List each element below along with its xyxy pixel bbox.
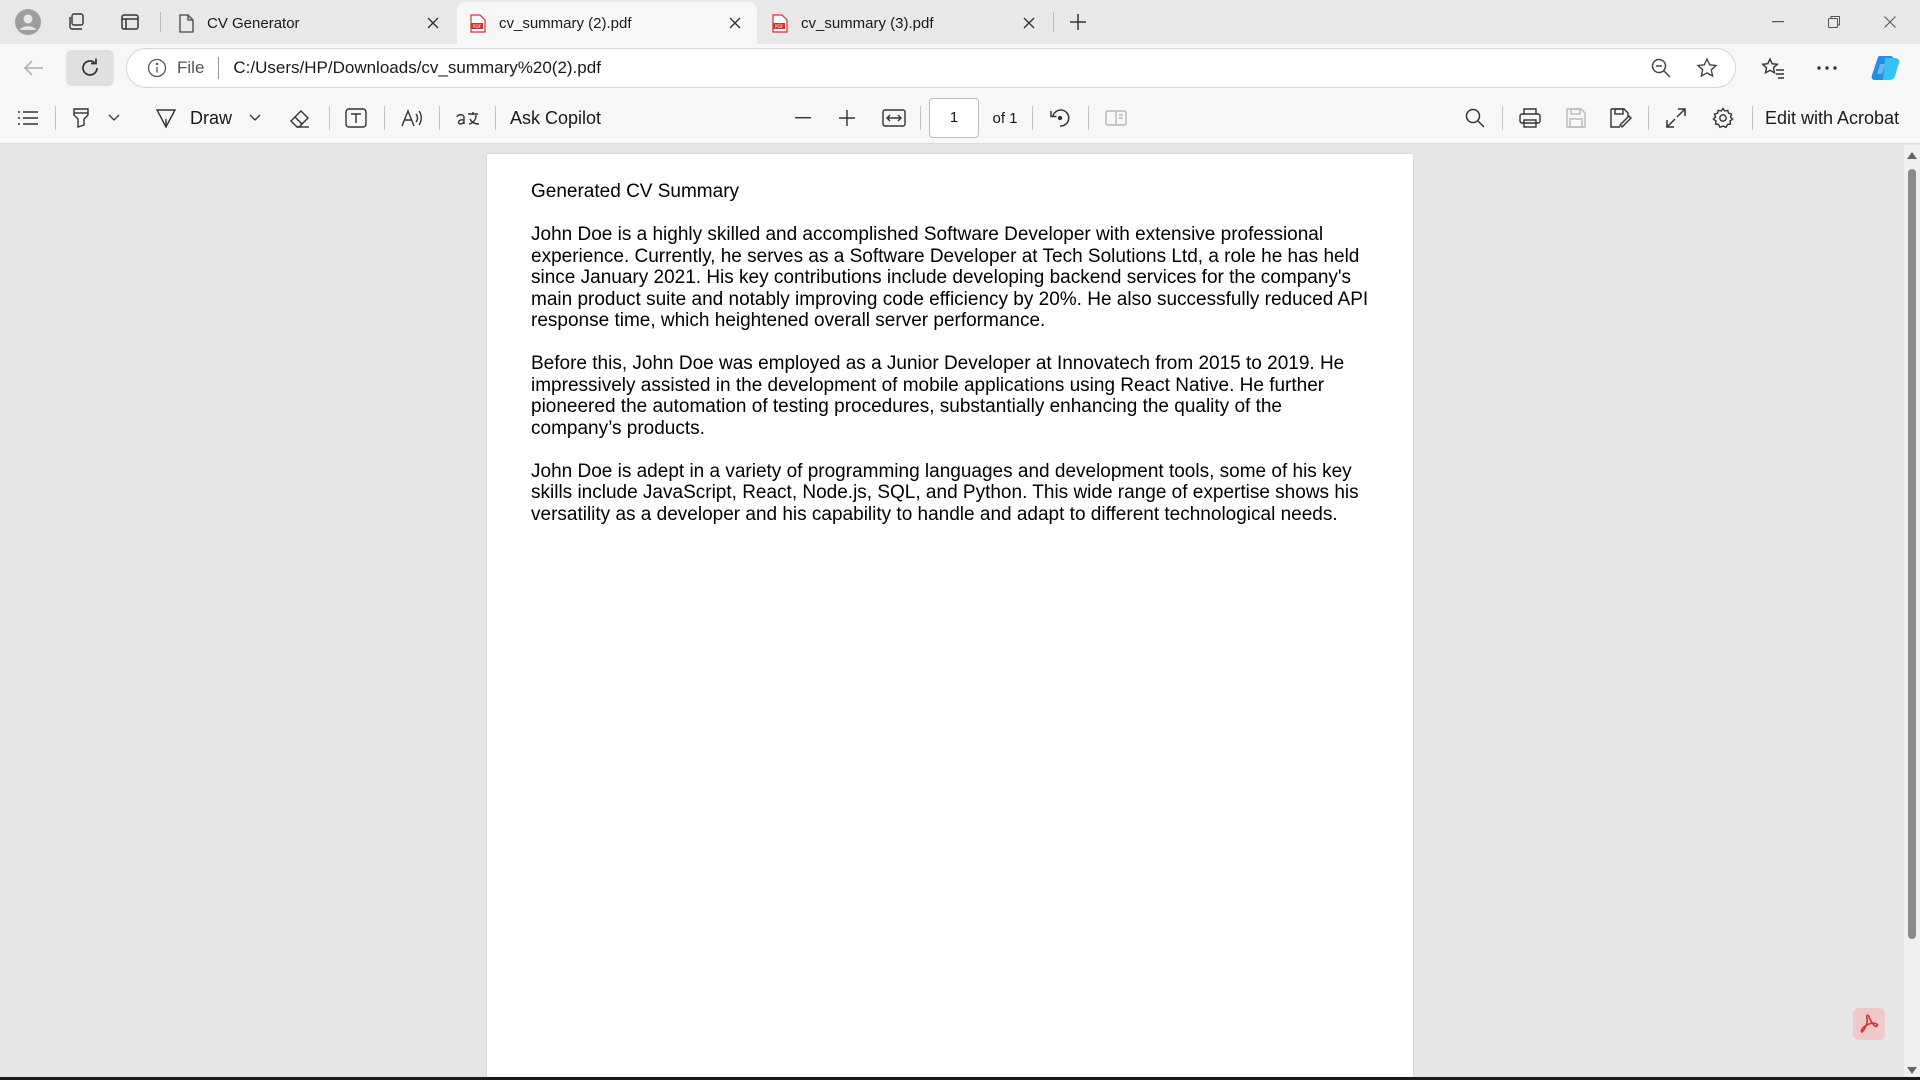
zoom-in-button[interactable] (832, 102, 862, 134)
vertical-scrollbar[interactable] (1904, 145, 1920, 1080)
pdf-page: Generated CV Summary John Doe is a highl… (487, 154, 1413, 1080)
restore-icon[interactable] (1806, 0, 1862, 44)
back-button[interactable] (10, 50, 58, 86)
close-icon[interactable] (1015, 9, 1043, 37)
tab-cv-generator[interactable]: CV Generator (165, 2, 455, 44)
ask-copilot-button[interactable]: Ask Copilot (510, 102, 610, 134)
document-paragraph: John Doe is a highly skilled and accompl… (531, 224, 1369, 331)
search-icon[interactable] (1459, 102, 1491, 134)
fullscreen-icon[interactable] (1660, 102, 1692, 134)
profile-icon[interactable] (12, 6, 44, 38)
workspaces-icon[interactable] (60, 6, 92, 38)
document-title: Generated CV Summary (531, 181, 740, 202)
minimize-icon[interactable] (1750, 0, 1806, 44)
rotate-icon[interactable] (1044, 102, 1076, 134)
new-tab-icon[interactable] (1062, 6, 1094, 38)
zoom-out-icon[interactable] (1643, 50, 1679, 86)
pdf-icon: PDF (771, 13, 789, 33)
tab-cv-summary-2[interactable]: PDF cv_summary (2).pdf (457, 2, 757, 44)
scroll-up-arrow-icon[interactable] (1907, 150, 1917, 160)
divider (218, 57, 220, 79)
tab-title: cv_summary (3).pdf (801, 14, 934, 32)
back-arrow-icon (24, 60, 43, 76)
document-body: John Doe is a highly skilled and accompl… (531, 224, 1371, 547)
print-icon[interactable] (1514, 102, 1546, 134)
favorite-star-icon[interactable] (1689, 50, 1725, 86)
close-icon[interactable] (419, 9, 447, 37)
tab-title: CV Generator (207, 14, 300, 32)
tab-strip: CV Generator PDF cv_summary (2).pdf PDF … (0, 0, 1920, 44)
acrobat-icon[interactable] (1853, 1008, 1885, 1040)
navigation-bar: File C:/Users/HP/Downloads/cv_summary%20… (0, 44, 1920, 92)
settings-more-button[interactable] (1803, 50, 1851, 86)
copilot-button[interactable] (1862, 50, 1910, 86)
chevron-down-icon[interactable] (243, 102, 267, 134)
svg-text:PDF: PDF (473, 24, 482, 30)
edit-with-acrobat-button[interactable]: Edit with Acrobat (1765, 102, 1915, 134)
save-as-icon[interactable] (1605, 102, 1637, 134)
plus-icon (839, 110, 855, 126)
highlight-icon[interactable] (66, 102, 96, 134)
reload-icon (82, 58, 98, 76)
page-number-input[interactable]: 1 (929, 98, 979, 138)
favorites-icon (1761, 57, 1784, 79)
scheme-label: File (177, 58, 205, 77)
svg-text:PDF: PDF (775, 24, 784, 30)
close-icon[interactable] (721, 9, 749, 37)
fit-to-width-icon[interactable] (878, 102, 910, 134)
document-icon (177, 13, 195, 33)
window-close-icon[interactable] (1862, 0, 1918, 44)
scroll-down-arrow-icon[interactable] (1907, 1065, 1917, 1075)
scrollbar-thumb[interactable] (1908, 169, 1916, 939)
tab-title: cv_summary (2).pdf (499, 14, 632, 32)
pdf-viewer[interactable]: Generated CV Summary John Doe is a highl… (0, 145, 1904, 1080)
address-bar[interactable]: File C:/Users/HP/Downloads/cv_summary%20… (126, 48, 1736, 88)
save-icon[interactable] (1560, 102, 1592, 134)
draw-button[interactable]: Draw (188, 102, 234, 134)
read-aloud-icon[interactable] (396, 102, 428, 134)
more-icon (1817, 66, 1837, 70)
favorites-button[interactable] (1749, 50, 1797, 86)
translate-icon[interactable] (452, 102, 484, 134)
draw-pen-icon[interactable] (150, 102, 182, 134)
chevron-down-icon[interactable] (102, 102, 126, 134)
reload-button[interactable] (66, 50, 114, 86)
pdf-icon: PDF (469, 13, 487, 33)
settings-gear-icon[interactable] (1707, 102, 1739, 134)
info-icon[interactable] (147, 58, 167, 78)
minus-icon (795, 117, 811, 119)
contents-icon[interactable] (12, 102, 44, 134)
page-view-icon[interactable] (1100, 102, 1132, 134)
url-text[interactable]: C:/Users/HP/Downloads/cv_summary%20(2).p… (233, 58, 1643, 78)
tab-cv-summary-3[interactable]: PDF cv_summary (3).pdf (759, 2, 1051, 44)
copilot-icon (1871, 56, 1900, 80)
document-paragraph: Before this, John Doe was employed as a … (531, 353, 1345, 439)
text-box-icon[interactable] (340, 102, 372, 134)
zoom-out-button[interactable] (788, 102, 818, 134)
pdf-toolbar: Draw Ask Copilot 1 of 1 Edit with Acroba… (0, 92, 1920, 144)
vertical-tabs-icon[interactable] (114, 6, 146, 38)
page-count-label: of 1 (992, 109, 1018, 127)
eraser-icon[interactable] (284, 102, 316, 134)
document-paragraph: John Doe is adept in a variety of progra… (531, 460, 1359, 525)
